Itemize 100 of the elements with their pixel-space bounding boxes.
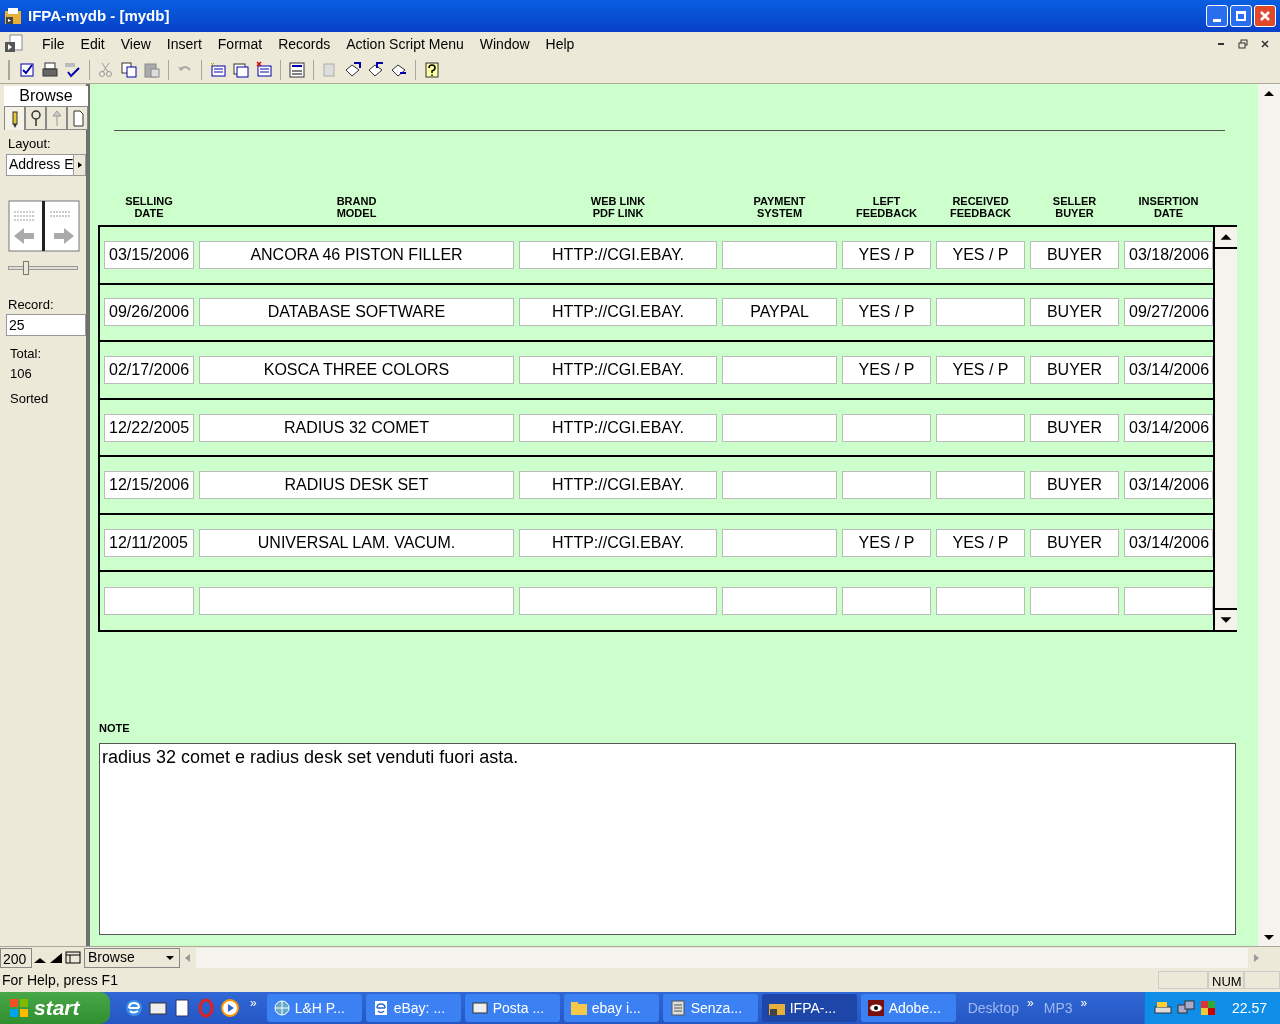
- table-cell[interactable]: YES / P: [936, 528, 1025, 557]
- table-cell[interactable]: BUYER: [1030, 528, 1119, 557]
- table-cell[interactable]: [1124, 587, 1213, 616]
- table-cell[interactable]: BUYER: [1030, 413, 1119, 442]
- table-cell[interactable]: BUYER: [1030, 298, 1119, 327]
- more-chevron[interactable]: »: [250, 994, 257, 1012]
- duplicate-record-icon[interactable]: [232, 60, 250, 79]
- menu-item[interactable]: Format: [209, 31, 271, 57]
- table-cell[interactable]: 03/14/2006: [1124, 471, 1213, 500]
- table-cell[interactable]: 03/18/2006: [1124, 240, 1213, 269]
- table-cell[interactable]: BUYER: [1030, 355, 1119, 384]
- start-button[interactable]: start: [0, 992, 110, 1024]
- table-cell[interactable]: BUYER: [1030, 240, 1119, 269]
- vertical-scrollbar[interactable]: [1250, 84, 1280, 946]
- table-cell[interactable]: [104, 587, 194, 616]
- table-cell[interactable]: 03/14/2006: [1124, 528, 1213, 557]
- table-cell[interactable]: 12/15/2006: [104, 471, 194, 500]
- taskbar-button[interactable]: ebay i...: [563, 994, 659, 1022]
- table-cell[interactable]: [722, 528, 837, 557]
- table-cell[interactable]: [722, 413, 837, 442]
- record-field[interactable]: 25: [6, 314, 86, 336]
- document-icon[interactable]: [172, 998, 192, 1018]
- taskbar-button[interactable]: Posta ...: [464, 994, 560, 1022]
- spellcheck-icon[interactable]: [64, 60, 82, 79]
- media-player-icon[interactable]: [220, 998, 240, 1018]
- printer-icon[interactable]: [41, 60, 59, 79]
- more-chevron[interactable]: »: [1027, 994, 1034, 1012]
- paste-icon[interactable]: [143, 60, 161, 79]
- table-cell[interactable]: YES / P: [936, 355, 1025, 384]
- taskbar-button[interactable]: L&H P...: [266, 994, 362, 1022]
- table-cell[interactable]: PAYPAL: [722, 298, 837, 327]
- table-cell[interactable]: [936, 587, 1025, 616]
- more-chevron[interactable]: »: [1080, 994, 1088, 1012]
- table-cell[interactable]: [936, 413, 1025, 442]
- delete-record-icon[interactable]: [255, 60, 273, 79]
- menu-item[interactable]: Window: [471, 31, 538, 57]
- table-cell[interactable]: HTTP://CGI.EBAY.: [519, 298, 717, 327]
- menu-item[interactable]: Edit: [72, 31, 113, 57]
- table-cell[interactable]: [722, 240, 837, 269]
- table-cell[interactable]: [936, 298, 1025, 327]
- menu-item[interactable]: Action Script Menu: [338, 31, 472, 57]
- close-button[interactable]: [1254, 5, 1276, 27]
- taskbar-button[interactable]: IFPA-...: [761, 994, 857, 1022]
- table-cell[interactable]: [199, 587, 514, 616]
- table-cell[interactable]: 12/11/2005: [104, 528, 194, 557]
- taskbar-button[interactable]: eBay: ...: [365, 994, 461, 1022]
- page-mode-button[interactable]: [67, 106, 88, 130]
- menu-item[interactable]: Records: [270, 31, 339, 57]
- taskbar-button[interactable]: Senza...: [662, 994, 758, 1022]
- browser-icon[interactable]: [124, 998, 144, 1018]
- table-cell[interactable]: [722, 355, 837, 384]
- status-area-toggle-icon[interactable]: [64, 948, 82, 967]
- import-icon[interactable]: [367, 60, 385, 79]
- mode-dropdown[interactable]: Browse: [84, 947, 180, 968]
- checkbox-icon[interactable]: [18, 60, 36, 79]
- table-cell[interactable]: RADIUS 32 COMET: [199, 413, 514, 442]
- copy-icon[interactable]: [120, 60, 138, 79]
- magnifier-mode-button[interactable]: [25, 106, 46, 130]
- table-cell[interactable]: [936, 471, 1025, 500]
- table-cell[interactable]: 03/14/2006: [1124, 413, 1213, 442]
- table-cell[interactable]: 12/22/2005: [104, 413, 194, 442]
- layout-dropdown[interactable]: Address E: [6, 153, 86, 176]
- table-cell[interactable]: YES / P: [842, 298, 931, 327]
- minimize-button[interactable]: [1206, 5, 1228, 27]
- taskbar-button[interactable]: Adobe...: [860, 994, 956, 1022]
- table-cell[interactable]: [722, 471, 837, 500]
- help-icon[interactable]: [423, 60, 441, 79]
- table-cell[interactable]: [519, 587, 717, 616]
- menu-item[interactable]: File: [34, 31, 73, 57]
- table-cell[interactable]: [842, 413, 931, 442]
- table-cell[interactable]: [842, 471, 931, 500]
- table-cell[interactable]: HTTP://CGI.EBAY.: [519, 240, 717, 269]
- menu-item[interactable]: Help: [537, 31, 583, 57]
- table-cell[interactable]: YES / P: [936, 240, 1025, 269]
- table-cell[interactable]: ANCORA 46 PISTON FILLER: [199, 240, 514, 269]
- menu-item[interactable]: View: [112, 31, 159, 57]
- table-cell[interactable]: 03/14/2006: [1124, 355, 1213, 384]
- slider-thumb[interactable]: [23, 260, 30, 275]
- table-cell[interactable]: [722, 587, 837, 616]
- table-cell[interactable]: HTTP://CGI.EBAY.: [519, 355, 717, 384]
- table-cell[interactable]: 09/27/2006: [1124, 298, 1213, 327]
- note-field[interactable]: radius 32 comet e radius desk set venduti fuori asta.: [99, 742, 1236, 935]
- portal-scrollbar[interactable]: [1213, 227, 1237, 630]
- zoom-level[interactable]: 200: [0, 947, 32, 968]
- table-cell[interactable]: HTTP://CGI.EBAY.: [519, 471, 717, 500]
- table-cell[interactable]: RADIUS DESK SET: [199, 471, 514, 500]
- record-slider[interactable]: [8, 260, 78, 275]
- table-cell[interactable]: 09/26/2006: [104, 298, 194, 327]
- new-record-icon[interactable]: [209, 60, 227, 79]
- export-icon[interactable]: [344, 60, 362, 79]
- table-cell[interactable]: HTTP://CGI.EBAY.: [519, 413, 717, 442]
- table-cell[interactable]: BUYER: [1030, 471, 1119, 500]
- table-cell[interactable]: 02/17/2006: [104, 355, 194, 384]
- table-cell[interactable]: YES / P: [842, 355, 931, 384]
- table-cell[interactable]: DATABASE SOFTWARE: [199, 298, 514, 327]
- sort-icon[interactable]: [288, 60, 306, 79]
- table-cell[interactable]: 03/15/2006: [104, 240, 194, 269]
- table-cell[interactable]: UNIVERSAL LAM. VACUM.: [199, 528, 514, 557]
- restore-button[interactable]: [1230, 5, 1252, 27]
- table-cell[interactable]: [842, 587, 931, 616]
